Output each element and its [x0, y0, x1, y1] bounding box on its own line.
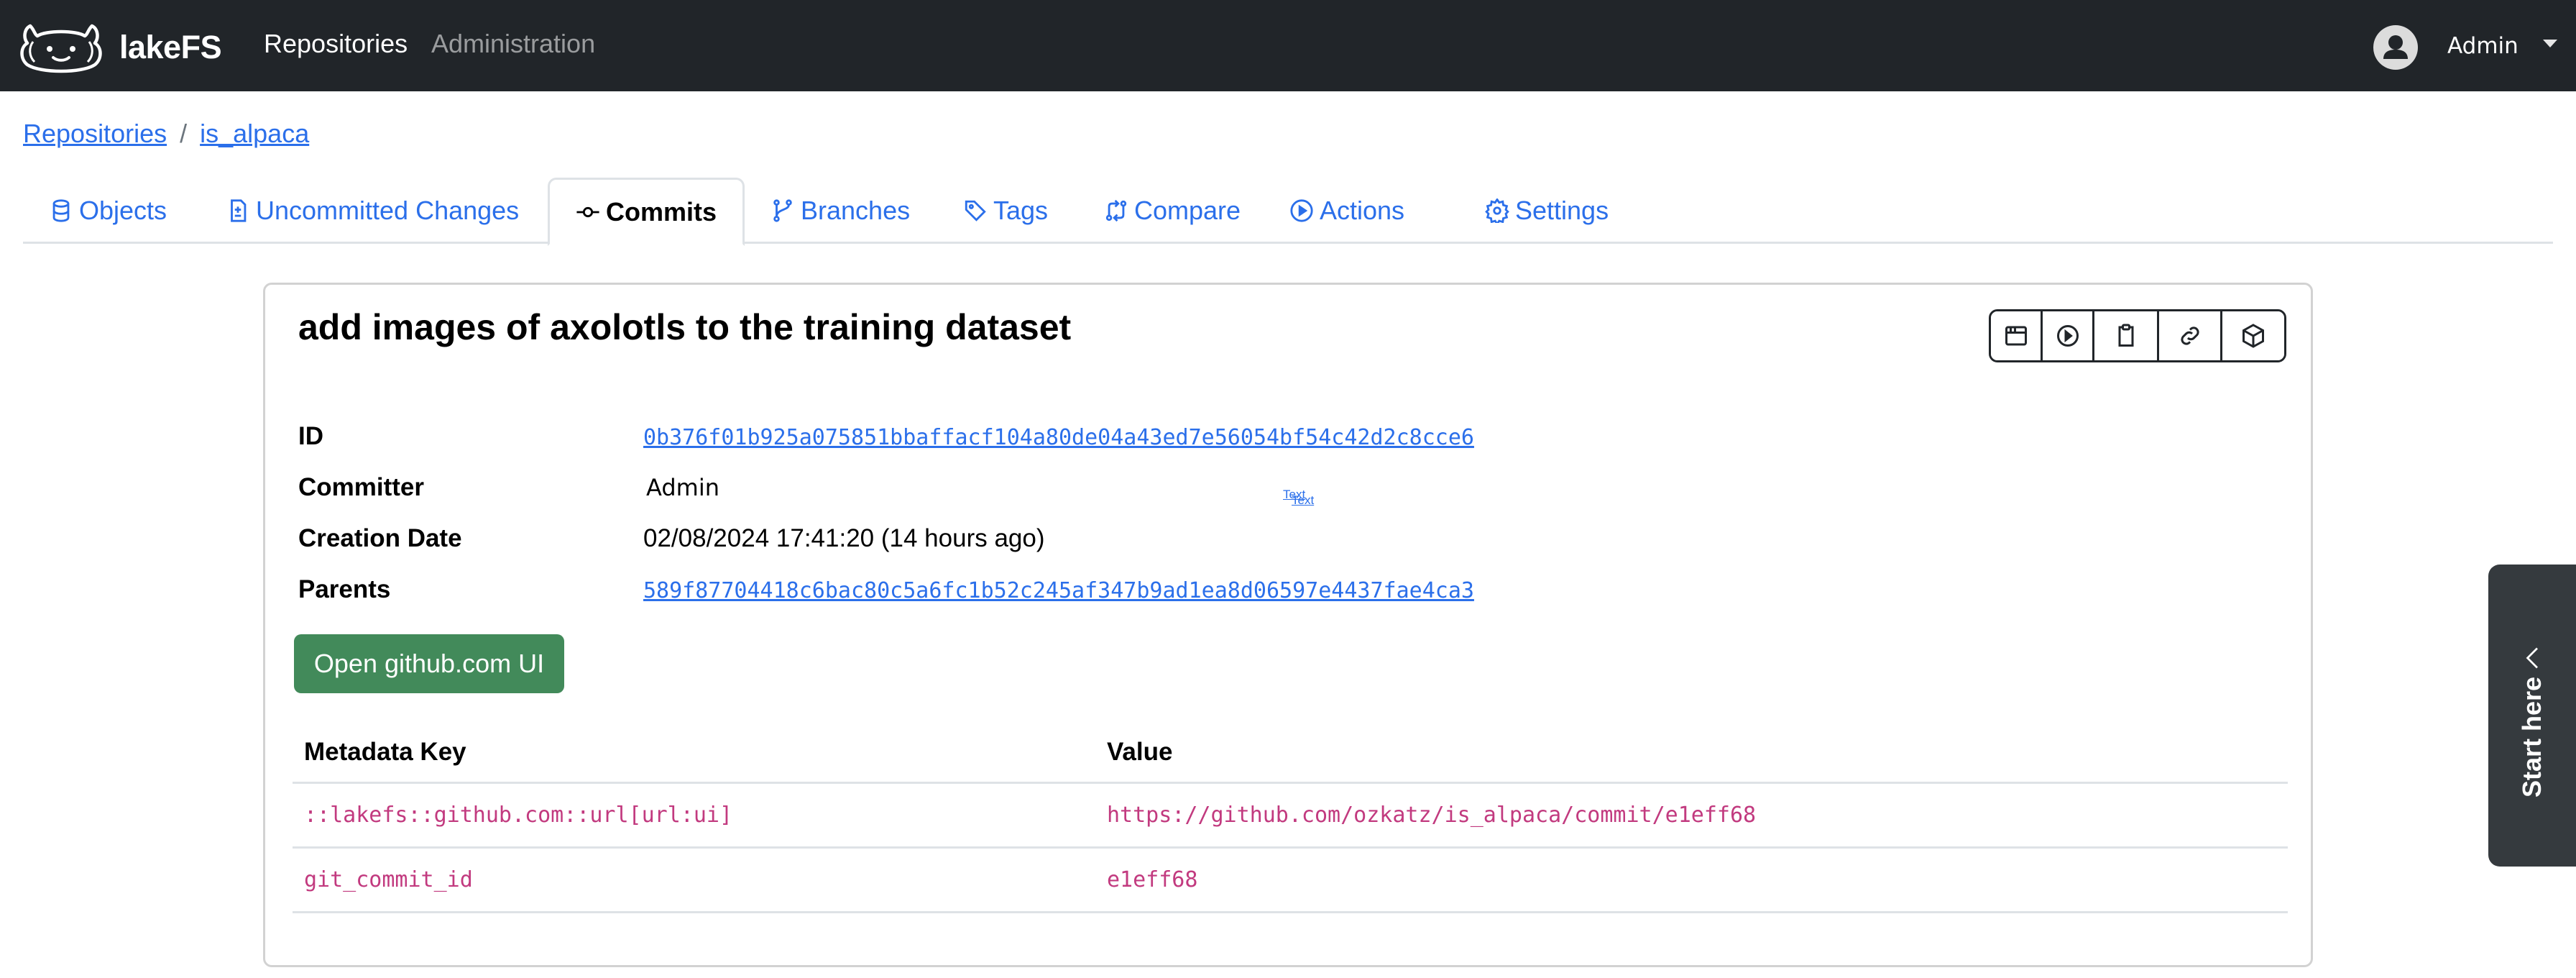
- tab-tags[interactable]: Tags: [937, 178, 1074, 244]
- tab-settings[interactable]: Settings: [1459, 178, 1634, 244]
- metadata-value: e1eff68: [1095, 847, 2288, 913]
- nav-link-administration[interactable]: Administration: [431, 29, 595, 59]
- database-icon: [52, 199, 70, 222]
- metadata-value: https://github.com/ozkatz/is_alpaca/comm…: [1095, 782, 2288, 849]
- package-icon: [2242, 324, 2264, 348]
- tab-commits[interactable]: Commits: [548, 178, 745, 246]
- repo-tabs: Objects Uncommitted Changes Commits Bran…: [23, 178, 2553, 246]
- table-row: ::lakefs::github.com::url[url:ui] https:…: [293, 782, 2288, 849]
- brand-logo-link[interactable]: lakeFS: [17, 22, 222, 73]
- file-diff-icon: [231, 199, 247, 222]
- tab-branches[interactable]: Branches: [745, 178, 936, 244]
- tag-icon: [965, 200, 986, 221]
- tab-label: Compare: [1134, 196, 1241, 225]
- play-circle-icon: [2056, 325, 2079, 347]
- tab-objects[interactable]: Objects: [23, 178, 193, 244]
- git-branch-icon: [773, 199, 792, 222]
- tab-label: Branches: [801, 196, 911, 225]
- committer-label: Committer: [298, 472, 425, 501]
- detail-row-parents: Parents 589f87704418c6bac80c5a6fc1b52c24…: [298, 564, 1474, 615]
- tab-label: Commits: [606, 196, 717, 227]
- caret-down-icon[interactable]: [2543, 40, 2557, 47]
- chevron-left-icon: [2526, 647, 2538, 669]
- metadata-header-row: Metadata Key Value: [293, 723, 2288, 784]
- user-menu-name[interactable]: Admin: [2447, 33, 2518, 59]
- id-label: ID: [298, 421, 323, 450]
- browser-icon: [2005, 326, 2027, 346]
- creation-date-label: Creation Date: [298, 524, 462, 552]
- git-commit-icon: [576, 206, 599, 217]
- tab-actions[interactable]: Actions: [1264, 178, 1430, 244]
- link-icon: [2180, 326, 2199, 345]
- tab-compare[interactable]: Compare: [1078, 178, 1266, 244]
- metadata-key: ::lakefs::github.com::url[url:ui]: [293, 782, 1095, 849]
- commit-id-link[interactable]: 0b376f01b925a075851bbaffacf104a80de04a43…: [643, 425, 1474, 450]
- git-compare-icon: [1105, 199, 1127, 222]
- metadata-key: git_commit_id: [293, 847, 1095, 913]
- gear-icon: [1485, 198, 1509, 223]
- user-avatar-icon[interactable]: [2373, 25, 2418, 70]
- tab-label: Tags: [993, 196, 1049, 225]
- detail-row-id: ID 0b376f01b925a075851bbaffacf104a80de04…: [298, 411, 1474, 462]
- table-row: git_commit_id e1eff68: [293, 847, 2288, 913]
- metadata-key-header: Metadata Key: [293, 723, 1095, 784]
- parent-commit-link[interactable]: 589f87704418c6bac80c5a6fc1b52c245af347b9…: [643, 578, 1474, 603]
- text-link-overlay[interactable]: Text: [1292, 493, 1314, 508]
- breadcrumb-repositories[interactable]: Repositories: [23, 119, 167, 149]
- commit-details: ID 0b376f01b925a075851bbaffacf104a80de04…: [298, 411, 1474, 615]
- tab-uncommitted-changes[interactable]: Uncommitted Changes: [200, 178, 545, 244]
- commit-card: add images of axolotls to the training d…: [263, 283, 2313, 967]
- top-navbar: lakeFS Repositories Administration Admin: [0, 0, 2576, 91]
- tab-label: Uncommitted Changes: [256, 196, 520, 225]
- breadcrumb: Repositories / is_alpaca: [23, 119, 309, 149]
- breadcrumb-repo-is-alpaca[interactable]: is_alpaca: [200, 119, 309, 149]
- play-circle-icon: [1290, 199, 1313, 222]
- open-github-ui-button[interactable]: Open github.com UI: [294, 634, 564, 693]
- lakefs-axolotl-logo-icon: [20, 24, 102, 73]
- view-package-button[interactable]: [2222, 311, 2284, 360]
- copy-id-button[interactable]: [2094, 311, 2159, 360]
- nav-link-repositories[interactable]: Repositories: [264, 29, 408, 59]
- browse-objects-button[interactable]: [1991, 311, 2043, 360]
- clipboard-icon: [2118, 324, 2133, 347]
- tab-label: Actions: [1320, 196, 1405, 225]
- commit-message-title: add images of axolotls to the training d…: [298, 307, 1072, 347]
- copy-link-button[interactable]: [2159, 311, 2222, 360]
- start-here-label: Start here: [2517, 676, 2547, 798]
- breadcrumb-separator: /: [180, 119, 188, 148]
- brand-name: lakeFS: [119, 29, 222, 65]
- creation-date-value: 02/08/2024 17:41:20 (14 hours ago): [643, 524, 1045, 552]
- metadata-table: Metadata Key Value ::lakefs::github.com:…: [293, 723, 2288, 913]
- tab-label: Settings: [1515, 196, 1609, 225]
- parents-label: Parents: [298, 575, 391, 603]
- commit-actions-button-group: [1989, 309, 2286, 362]
- show-actions-button[interactable]: [2043, 311, 2094, 360]
- tab-label: Objects: [79, 196, 167, 225]
- committer-value: Admin: [646, 473, 719, 501]
- start-here-tab[interactable]: Start here: [2488, 565, 2576, 867]
- detail-row-creation-date: Creation Date 02/08/2024 17:41:20 (14 ho…: [298, 513, 1474, 564]
- metadata-value-header: Value: [1095, 723, 2288, 784]
